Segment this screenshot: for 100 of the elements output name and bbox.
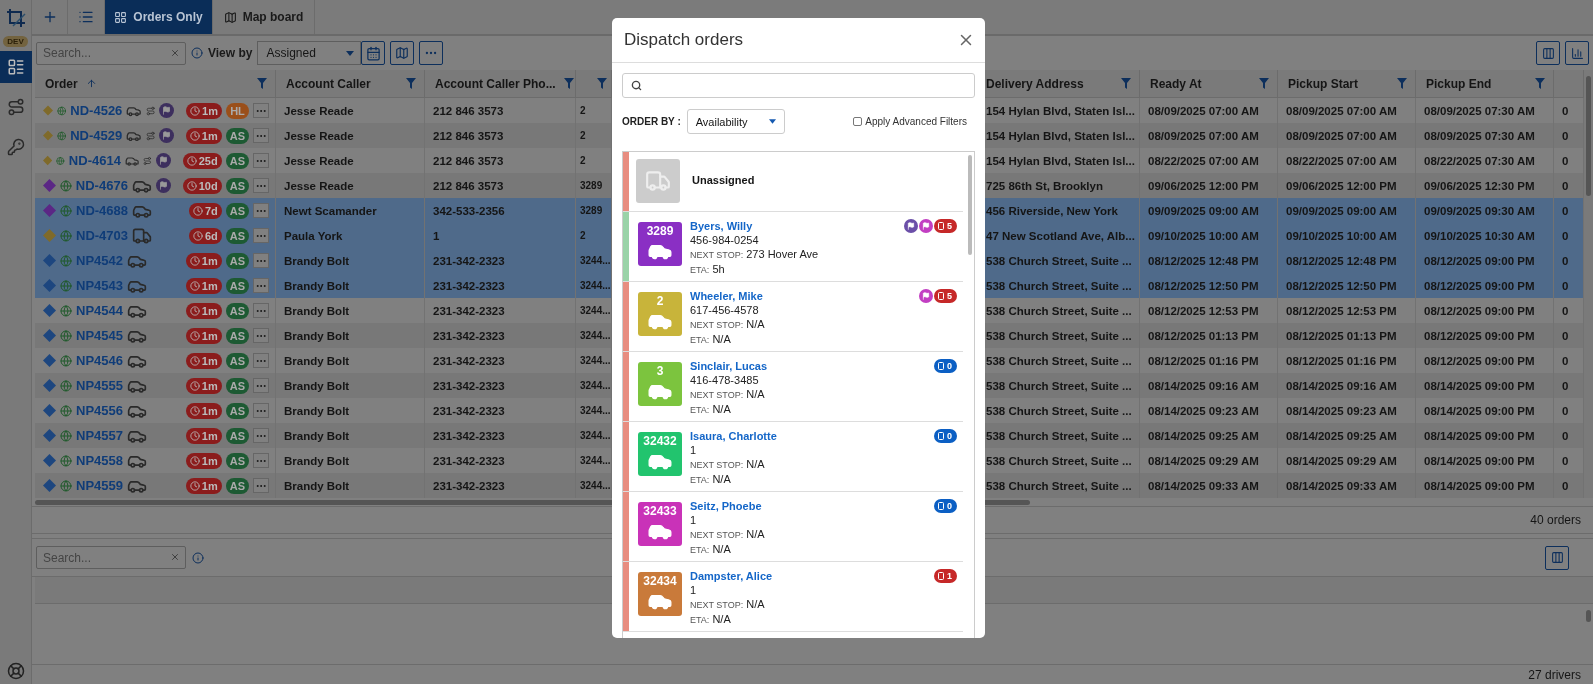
age-badge: 1m — [185, 352, 222, 369]
driver-phone: 617-456-4578 — [690, 303, 760, 317]
vehicle-number: 3289 — [646, 224, 674, 238]
status-badge: AS — [225, 327, 249, 344]
table-cell: 0 — [1562, 479, 1569, 492]
eta-text: ETA: N/A — [690, 472, 732, 487]
table-cell: 538 Church Street, Suite ... — [986, 279, 1132, 292]
status-badge: AS — [225, 127, 249, 144]
table-cell: 154 Hylan Blvd, Staten Isl... — [986, 154, 1135, 167]
table-cell: 3244... — [580, 280, 611, 291]
table-cell: 231-342-2323 — [433, 279, 505, 292]
age-badge: 1m — [185, 327, 222, 344]
table-cell: 09/06/2025 12:00 PM — [1286, 179, 1397, 192]
table-cell: 08/14/2025 09:16 AM — [1286, 379, 1397, 392]
order-count-badge: 0 — [934, 499, 957, 513]
table-cell: Brandy Bolt — [284, 454, 350, 467]
table-cell: 538 Church Street, Suite ... — [986, 479, 1132, 492]
table-cell: 0 — [1562, 379, 1569, 392]
eta-text: ETA: N/A — [690, 332, 732, 347]
table-cell: Brandy Bolt — [284, 329, 350, 342]
table-cell: 3244... — [580, 305, 611, 316]
table-cell: 2 — [580, 130, 586, 141]
age-badge: 1m — [185, 127, 222, 144]
age-badge: 1m — [185, 402, 222, 419]
table-cell: 08/14/2025 09:33 AM — [1148, 479, 1259, 492]
table-cell: 2 — [580, 230, 586, 241]
table-cell: 1 — [433, 229, 440, 242]
table-cell: 08/14/2025 09:29 AM — [1148, 454, 1259, 467]
table-cell: Jesse Reade — [284, 129, 354, 142]
environment-badge: DEV — [3, 36, 28, 47]
table-cell: 08/14/2025 09:23 AM — [1148, 404, 1259, 417]
status-badge: AS — [225, 302, 249, 319]
table-cell: 231-342-2323 — [433, 454, 505, 467]
table-cell: 0 — [1562, 204, 1569, 217]
next-stop-text: NEXT STOP: N/A — [690, 387, 766, 402]
table-cell: 08/12/2025 09:00 PM — [1424, 254, 1535, 267]
eta-text: ETA: N/A — [690, 402, 732, 417]
table-cell: 08/12/2025 09:00 PM — [1424, 304, 1535, 317]
table-cell: 08/14/2025 09:33 AM — [1286, 479, 1397, 492]
table-cell: 08/12/2025 12:48 PM — [1286, 254, 1397, 267]
age-badge: 1m — [185, 377, 222, 394]
table-cell: 0 — [1562, 304, 1569, 317]
eta-text: ETA: N/A — [690, 612, 732, 627]
table-cell: 538 Church Street, Suite ... — [986, 254, 1132, 267]
table-cell: Paula York — [284, 229, 343, 242]
table-cell: 3289 — [580, 205, 603, 216]
table-cell: 47 New Scotland Ave, Alb... — [986, 229, 1135, 242]
status-badge: AS — [225, 177, 249, 194]
table-cell: Brandy Bolt — [284, 404, 350, 417]
status-badge: AS — [225, 277, 249, 294]
age-badge: 1m — [185, 277, 222, 294]
table-cell: 08/09/2025 07:30 AM — [1424, 129, 1535, 142]
driver-phone: 1 — [690, 513, 698, 527]
eta-text: ETA: 5h — [690, 262, 726, 277]
table-cell: 3244... — [580, 330, 611, 341]
next-stop-text: NEXT STOP: N/A — [690, 457, 766, 472]
table-cell: 3289 — [580, 180, 603, 191]
driver-phone: 456-984-0254 — [690, 233, 760, 247]
age-badge: 1m — [185, 452, 222, 469]
table-cell: 231-342-2323 — [433, 304, 505, 317]
table-cell: 08/14/2025 09:29 AM — [1286, 454, 1397, 467]
order-count-badge: 5 — [934, 219, 957, 233]
table-cell: 0 — [1562, 279, 1569, 292]
age-badge: 10d — [182, 177, 222, 194]
driver-count: 27 drivers — [1528, 667, 1581, 682]
age-badge: 6d — [188, 227, 222, 244]
table-cell: Brandy Bolt — [284, 479, 350, 492]
view-by-label: View by — [208, 46, 253, 60]
table-cell: 154 Hylan Blvd, Staten Isl... — [986, 104, 1135, 117]
next-stop-text: NEXT STOP: 273 Hover Ave — [690, 247, 819, 262]
order-count: 40 orders — [1530, 513, 1581, 527]
order-count-badge: 1 — [934, 569, 957, 583]
age-badge: 1m — [186, 102, 222, 119]
vehicle-number: 32432 — [643, 434, 677, 448]
table-cell: Brandy Bolt — [284, 304, 350, 317]
table-cell: 0 — [1562, 429, 1569, 442]
table-cell: 231-342-2323 — [433, 379, 505, 392]
status-badge: AS — [225, 452, 249, 469]
table-cell: 538 Church Street, Suite ... — [986, 404, 1132, 417]
table-cell: 08/09/2025 07:30 AM — [1424, 104, 1535, 117]
table-cell: 08/09/2025 07:00 AM — [1148, 129, 1259, 142]
table-cell: 08/12/2025 12:48 PM — [1148, 254, 1259, 267]
age-badge: 7d — [188, 202, 222, 219]
table-cell: 231-342-2323 — [433, 404, 505, 417]
table-cell: 08/09/2025 07:00 AM — [1286, 129, 1397, 142]
table-cell: 0 — [1562, 104, 1569, 117]
table-cell: 09/09/2025 09:30 AM — [1424, 204, 1535, 217]
table-cell: 342-533-2356 — [433, 204, 505, 217]
status-badge: AS — [225, 252, 249, 269]
table-cell: 3244... — [580, 430, 611, 441]
status-badge: AS — [225, 402, 249, 419]
table-cell: 09/06/2025 12:30 PM — [1424, 179, 1535, 192]
vehicle-number: 2 — [656, 294, 664, 308]
table-cell: 3244... — [580, 380, 611, 391]
age-badge: 1m — [185, 477, 222, 494]
table-cell: Newt Scamander — [284, 204, 377, 217]
table-cell: 3244... — [580, 480, 611, 491]
table-cell: 0 — [1562, 154, 1569, 167]
status-badge: AS — [225, 202, 249, 219]
order-by-label: ORDER BY : — [622, 116, 681, 127]
